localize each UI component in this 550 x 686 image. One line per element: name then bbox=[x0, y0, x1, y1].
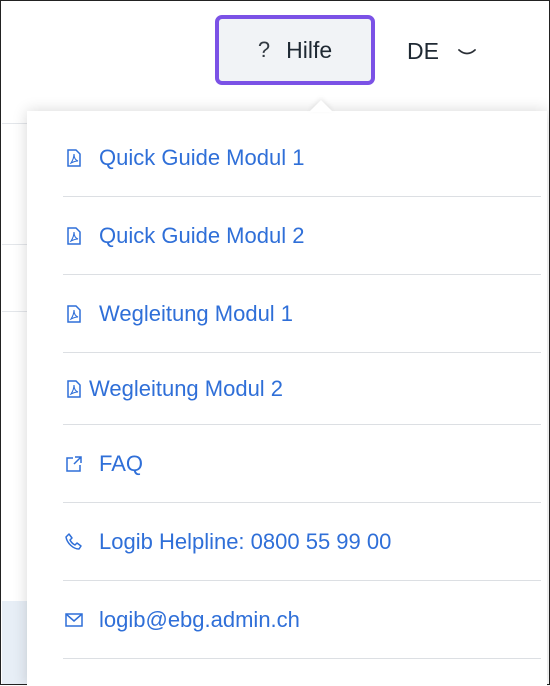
menu-item-email[interactable]: logib@ebg.admin.ch bbox=[63, 581, 541, 659]
menu-item-logib-helpline[interactable]: Logib Helpline: 0800 55 99 00 bbox=[63, 503, 541, 581]
language-label: DE bbox=[407, 37, 439, 64]
phone-icon bbox=[63, 531, 85, 553]
menu-item-label: Quick Guide Modul 1 bbox=[99, 144, 305, 170]
menu-item-wegleitung-modul-2[interactable]: Wegleitung Modul 2 bbox=[63, 353, 541, 425]
pdf-file-icon bbox=[63, 225, 85, 247]
help-menu-list: Quick Guide Modul 1 Quick Guide Modul 2 … bbox=[63, 119, 541, 659]
menu-item-label: Wegleitung Modul 1 bbox=[99, 300, 294, 326]
external-link-icon bbox=[63, 453, 85, 475]
menu-item-label: logib@ebg.admin.ch bbox=[99, 606, 300, 632]
menu-item-quick-guide-modul-2[interactable]: Quick Guide Modul 2 bbox=[63, 197, 541, 275]
language-selector[interactable]: DE bbox=[407, 31, 477, 71]
pdf-file-icon bbox=[63, 303, 85, 325]
help-dropdown-menu: Quick Guide Modul 1 Quick Guide Modul 2 … bbox=[27, 100, 547, 686]
menu-item-label: Logib Helpline: 0800 55 99 00 bbox=[99, 528, 392, 554]
mail-icon bbox=[63, 609, 85, 631]
app-window: ? Hilfe DE Quick Guide Modul 1 Quick Gui… bbox=[0, 0, 550, 686]
dropdown-caret bbox=[309, 100, 333, 112]
menu-item-wegleitung-modul-1[interactable]: Wegleitung Modul 1 bbox=[63, 275, 541, 353]
pdf-file-icon bbox=[63, 147, 85, 169]
menu-item-label: Wegleitung Modul 2 bbox=[89, 375, 284, 401]
menu-item-faq[interactable]: FAQ bbox=[63, 425, 541, 503]
menu-item-label: Quick Guide Modul 2 bbox=[99, 222, 305, 248]
menu-item-quick-guide-modul-1[interactable]: Quick Guide Modul 1 bbox=[63, 119, 541, 197]
menu-item-label: FAQ bbox=[99, 450, 144, 476]
pdf-file-icon bbox=[63, 378, 85, 400]
chevron-down-icon bbox=[457, 38, 477, 65]
question-mark-icon: ? bbox=[257, 37, 271, 62]
help-button[interactable]: ? Hilfe bbox=[215, 15, 375, 85]
help-button-label: Hilfe bbox=[286, 36, 333, 63]
